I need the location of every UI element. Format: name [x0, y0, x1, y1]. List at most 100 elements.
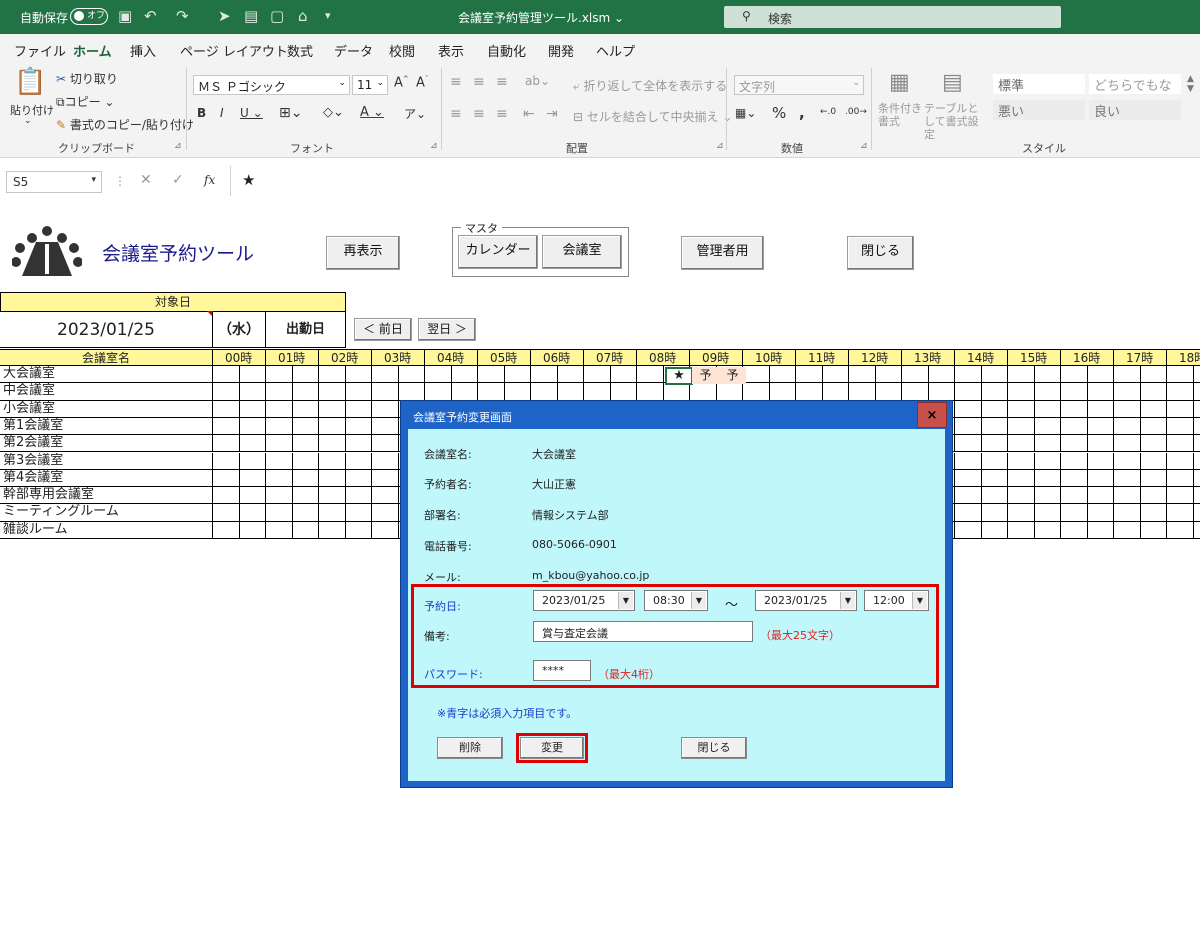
- border-icon[interactable]: ⊞⌄: [279, 105, 302, 121]
- slot-cell[interactable]: [1034, 417, 1061, 436]
- format-as-table-button[interactable]: テーブルとして書式設定: [924, 102, 986, 141]
- slot-cell[interactable]: [1087, 487, 1114, 505]
- slot-cell[interactable]: [319, 400, 346, 418]
- slot-cell[interactable]: [955, 469, 982, 488]
- style-good[interactable]: 良い: [1089, 100, 1181, 120]
- paste-button[interactable]: 貼り付け: [10, 102, 54, 118]
- increase-font-icon[interactable]: A^: [394, 75, 409, 90]
- slot-cell[interactable]: [1193, 383, 1200, 401]
- slot-cell[interactable]: [425, 366, 452, 384]
- slot-cell[interactable]: [557, 366, 584, 384]
- slot-cell[interactable]: [239, 383, 266, 401]
- redo-icon[interactable]: ↷: [176, 8, 189, 24]
- slot-cell[interactable]: [292, 469, 319, 488]
- tab-developer[interactable]: 開発: [548, 41, 574, 60]
- alignment-launcher-icon[interactable]: ⊿: [716, 141, 724, 151]
- target-date-cell[interactable]: 2023/01/25: [0, 312, 213, 348]
- slot-cell[interactable]: [213, 435, 240, 453]
- slot-cell[interactable]: [955, 417, 982, 436]
- slot-cell[interactable]: [981, 521, 1008, 539]
- slot-cell[interactable]: [1087, 383, 1114, 401]
- prev-day-button[interactable]: ＜ 前日: [354, 318, 412, 341]
- percent-icon[interactable]: %: [772, 104, 786, 122]
- slot-cell[interactable]: [822, 366, 849, 384]
- slot-cell[interactable]: [1167, 366, 1194, 384]
- room-name-cell[interactable]: 中会議室: [0, 383, 213, 401]
- tab-home[interactable]: ホーム: [73, 41, 112, 65]
- slot-cell[interactable]: [1087, 504, 1114, 522]
- slot-cell[interactable]: [637, 383, 664, 401]
- paste-dropdown-icon[interactable]: ⌄: [24, 116, 32, 126]
- tab-page-layout[interactable]: ページ レイアウト: [180, 41, 288, 60]
- slot-cell[interactable]: [319, 417, 346, 436]
- slot-cell[interactable]: [610, 366, 637, 384]
- cancel-icon[interactable]: ✕: [140, 172, 152, 188]
- slot-cell[interactable]: [372, 521, 399, 539]
- slot-cell[interactable]: [1034, 452, 1061, 470]
- slot-cell[interactable]: [266, 521, 293, 539]
- slot-cell[interactable]: [1167, 383, 1194, 401]
- slot-cell[interactable]: [955, 504, 982, 522]
- slot-cell[interactable]: [345, 417, 372, 436]
- slot-cell[interactable]: [1114, 366, 1141, 384]
- tab-formulas[interactable]: 数式: [287, 41, 313, 60]
- note-input[interactable]: 賞与査定会議: [533, 621, 753, 642]
- slot-cell[interactable]: [239, 469, 266, 488]
- slot-cell[interactable]: [1061, 469, 1088, 488]
- slot-cell[interactable]: [1140, 487, 1167, 505]
- slot-cell[interactable]: [1167, 469, 1194, 488]
- dialog-close-button-bottom[interactable]: 閉じる: [681, 737, 747, 759]
- slot-cell[interactable]: [769, 366, 796, 384]
- slot-cell[interactable]: [1193, 487, 1200, 505]
- conditional-format-button[interactable]: 条件付き書式: [878, 102, 922, 128]
- accounting-format-icon[interactable]: ▦⌄: [735, 106, 756, 120]
- slot-cell[interactable]: [1140, 366, 1167, 384]
- slot-cell[interactable]: [213, 521, 240, 539]
- fill-color-icon[interactable]: ◇⌄: [323, 105, 344, 120]
- slot-cell[interactable]: [955, 383, 982, 401]
- slot-cell[interactable]: [1087, 469, 1114, 488]
- slot-cell[interactable]: [319, 469, 346, 488]
- room-name-cell[interactable]: 第1会議室: [0, 417, 213, 436]
- slot-cell[interactable]: [1193, 366, 1200, 384]
- slot-cell[interactable]: [345, 504, 372, 522]
- room-name-cell[interactable]: 大会議室: [0, 366, 213, 384]
- slot-cell[interactable]: [345, 521, 372, 539]
- slot-cell[interactable]: [1034, 521, 1061, 539]
- slot-cell[interactable]: [372, 417, 399, 436]
- slot-cell[interactable]: [319, 487, 346, 505]
- slot-cell[interactable]: [1034, 383, 1061, 401]
- slot-cell[interactable]: [266, 487, 293, 505]
- slot-cell[interactable]: [213, 383, 240, 401]
- room-name-cell[interactable]: 第3会議室: [0, 452, 213, 470]
- slot-cell[interactable]: [239, 400, 266, 418]
- slot-cell[interactable]: [345, 487, 372, 505]
- slot-cell[interactable]: [557, 383, 584, 401]
- slot-cell[interactable]: [425, 383, 452, 401]
- slot-cell[interactable]: [504, 383, 531, 401]
- slot-cell[interactable]: [292, 452, 319, 470]
- slot-cell[interactable]: [981, 400, 1008, 418]
- slot-cell[interactable]: [531, 366, 558, 384]
- slot-cell[interactable]: [1140, 400, 1167, 418]
- tab-insert[interactable]: 挿入: [130, 41, 156, 60]
- name-box[interactable]: S5 ▾: [6, 171, 102, 193]
- slot-cell[interactable]: [1087, 400, 1114, 418]
- slot-cell[interactable]: [875, 366, 902, 384]
- undo-icon[interactable]: ↶: [144, 8, 157, 24]
- slot-cell[interactable]: [902, 366, 929, 384]
- slot-cell[interactable]: [319, 435, 346, 453]
- style-normal[interactable]: 標準: [993, 74, 1085, 94]
- paste-icon[interactable]: 📋: [14, 68, 46, 96]
- slot-cell[interactable]: [1167, 417, 1194, 436]
- save-icon[interactable]: ▣: [118, 8, 132, 24]
- slot-cell[interactable]: [1008, 435, 1035, 453]
- font-launcher-icon[interactable]: ⊿: [430, 141, 438, 151]
- slot-cell[interactable]: [1140, 417, 1167, 436]
- slot-cell[interactable]: [239, 366, 266, 384]
- slot-cell[interactable]: [478, 366, 505, 384]
- slot-cell[interactable]: [1114, 452, 1141, 470]
- slot-cell[interactable]: [1114, 504, 1141, 522]
- slot-cell[interactable]: [1193, 418, 1200, 436]
- end-date-select[interactable]: 2023/01/25 ▼: [755, 590, 857, 611]
